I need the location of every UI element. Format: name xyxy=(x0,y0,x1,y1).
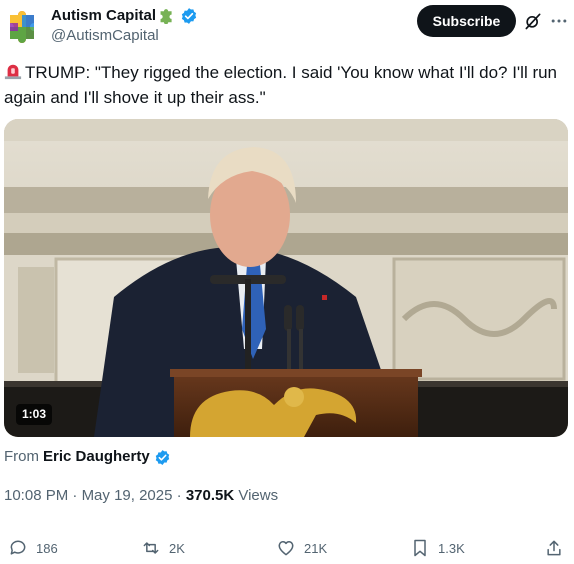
source-author-link[interactable]: Eric Daugherty xyxy=(43,448,150,466)
video-player[interactable] xyxy=(4,119,568,437)
reply-icon xyxy=(10,540,26,555)
repost-count: 2K xyxy=(169,540,185,556)
handle[interactable]: @AutismCapital xyxy=(51,27,159,45)
share-icon xyxy=(547,540,561,556)
subscribe-button[interactable]: Subscribe xyxy=(417,5,516,37)
post-date[interactable]: May 19, 2025 xyxy=(82,487,173,504)
meta-separator: · xyxy=(176,487,182,504)
reply-button[interactable]: 186 xyxy=(8,537,58,559)
video-duration-badge: 1:03 xyxy=(16,404,53,425)
repost-icon xyxy=(143,542,159,554)
reply-count: 186 xyxy=(36,540,58,556)
more-icon[interactable] xyxy=(549,11,569,31)
repost-button[interactable]: 2K xyxy=(141,537,185,559)
post-time[interactable]: 10:08 PM xyxy=(4,487,68,504)
meta-separator: · xyxy=(72,487,78,504)
like-button[interactable]: 21K xyxy=(276,537,327,559)
puzzle-piece-icon xyxy=(160,9,172,24)
tweet-text: TRUMP: "They rigged the election. I said… xyxy=(4,60,564,110)
heart-icon xyxy=(278,541,294,556)
source-attribution: From Eric Daugherty xyxy=(4,448,171,466)
tweet-body: TRUMP: "They rigged the election. I said… xyxy=(4,63,558,107)
views-count: 370.5K xyxy=(185,487,235,504)
verified-badge-icon xyxy=(155,449,169,465)
tweet-meta: 10:08 PM · May 19, 2025 · 370.5K Views xyxy=(4,487,278,505)
display-name[interactable]: Autism Capital xyxy=(51,7,156,25)
video-frame[interactable] xyxy=(4,119,568,437)
views-label: Views xyxy=(238,487,279,504)
bookmark-button[interactable]: 1.3K xyxy=(410,537,465,559)
bookmark-count: 1.3K xyxy=(438,540,465,556)
avatar[interactable] xyxy=(4,5,42,43)
verified-badge-icon[interactable] xyxy=(180,7,198,25)
share-button[interactable] xyxy=(544,537,572,559)
source-prefix: From xyxy=(4,448,39,465)
like-count: 21K xyxy=(304,540,328,556)
rotating-light-icon xyxy=(4,64,22,80)
bookmark-icon xyxy=(414,539,426,557)
grok-icon[interactable] xyxy=(523,11,543,31)
